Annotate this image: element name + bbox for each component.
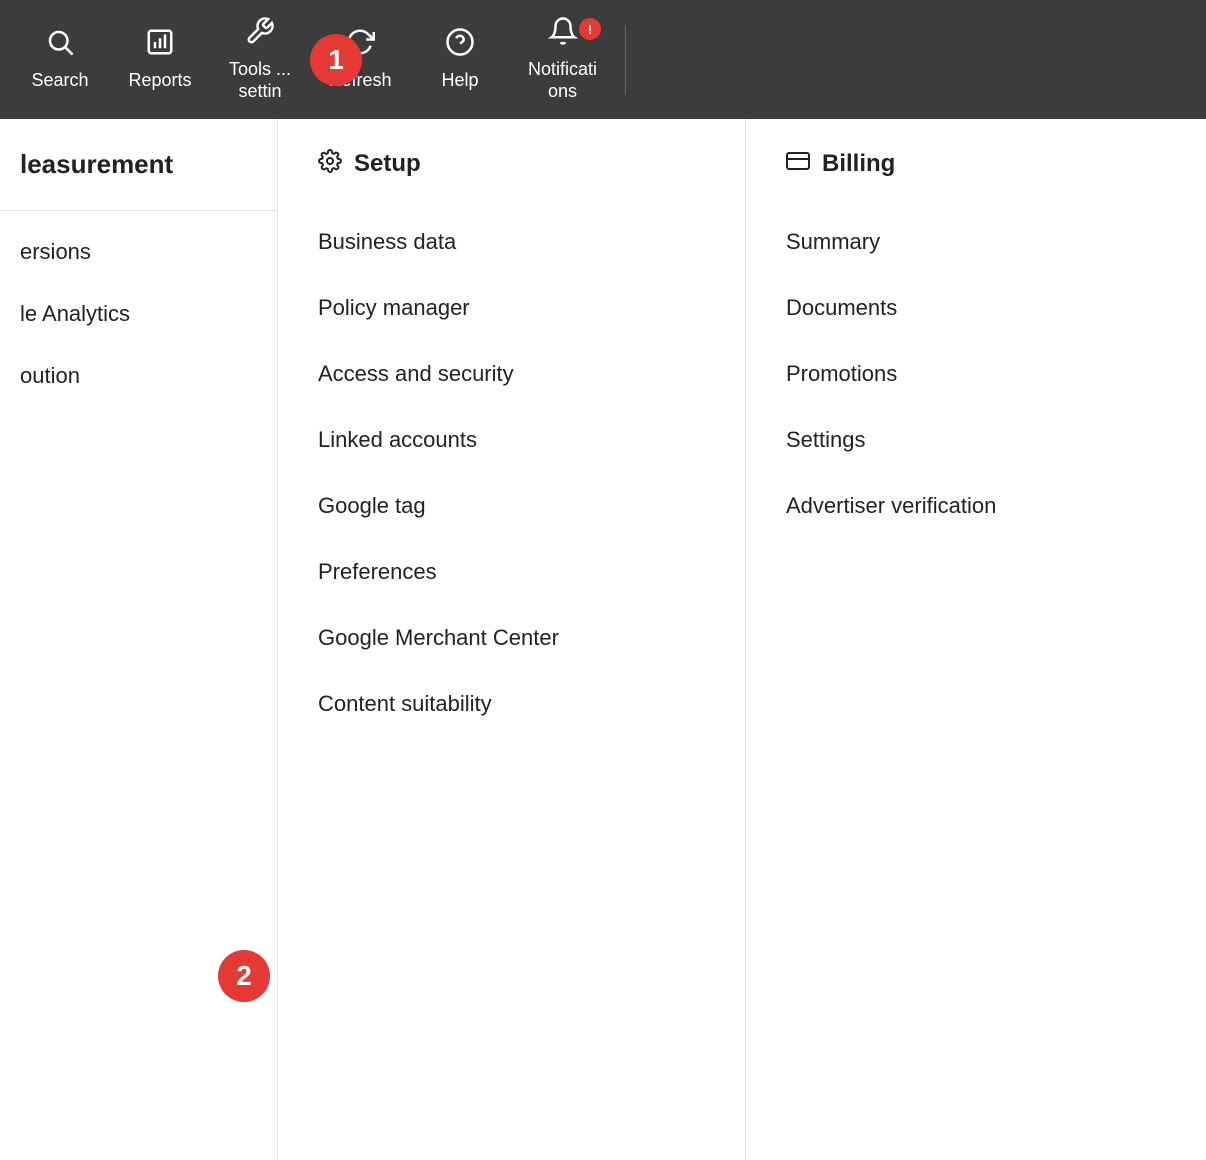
- billing-settings[interactable]: Settings: [786, 407, 1166, 473]
- top-nav: Search Reports Tools ...settin Refresh H…: [0, 0, 1206, 119]
- nav-tools[interactable]: Tools ...settin: [210, 16, 310, 102]
- billing-summary[interactable]: Summary: [786, 209, 1166, 275]
- billing-documents[interactable]: Documents: [786, 275, 1166, 341]
- notifications-icon: [548, 16, 578, 53]
- left-panel-conversions[interactable]: ersions: [0, 221, 277, 283]
- nav-help[interactable]: Help: [410, 27, 510, 92]
- setup-policy-manager[interactable]: Policy manager: [318, 275, 705, 341]
- reports-icon: [145, 27, 175, 64]
- setup-content-suitability[interactable]: Content suitability: [318, 671, 705, 737]
- help-icon: [445, 27, 475, 64]
- nav-divider: [625, 25, 626, 95]
- middle-panel: Setup Business data Policy manager Acces…: [278, 119, 746, 1160]
- tools-icon: [245, 16, 275, 53]
- step-badge-1: 1: [310, 34, 362, 86]
- setup-preferences[interactable]: Preferences: [318, 539, 705, 605]
- right-panel: Billing Summary Documents Promotions Set…: [746, 119, 1206, 1160]
- step-badge-2: 2: [218, 950, 270, 1002]
- nav-notifications-label: Notifications: [528, 59, 597, 102]
- left-panel-title: leasurement: [0, 149, 277, 211]
- search-icon: [45, 27, 75, 64]
- nav-tools-label: Tools ...settin: [229, 59, 291, 102]
- billing-icon: [786, 149, 810, 179]
- nav-search[interactable]: Search: [10, 27, 110, 92]
- setup-google-merchant-center[interactable]: Google Merchant Center: [318, 605, 705, 671]
- billing-advertiser-verification[interactable]: Advertiser verification: [786, 473, 1166, 539]
- setup-linked-accounts[interactable]: Linked accounts: [318, 407, 705, 473]
- nav-reports-label: Reports: [128, 70, 191, 92]
- left-panel: leasurement ersions le Analytics oution: [0, 119, 278, 1160]
- nav-search-label: Search: [31, 70, 88, 92]
- billing-section-title: Billing: [786, 149, 1166, 179]
- setup-google-tag[interactable]: Google tag: [318, 473, 705, 539]
- left-panel-analytics[interactable]: le Analytics: [0, 283, 277, 345]
- nav-reports[interactable]: Reports: [110, 27, 210, 92]
- nav-notifications[interactable]: ! Notifications: [510, 16, 615, 102]
- nav-help-label: Help: [441, 70, 478, 92]
- left-panel-attribution[interactable]: oution: [0, 345, 277, 407]
- billing-promotions[interactable]: Promotions: [786, 341, 1166, 407]
- setup-icon: [318, 149, 342, 179]
- dropdown-area: leasurement ersions le Analytics oution …: [0, 119, 1206, 1160]
- setup-section-title: Setup: [318, 149, 705, 179]
- setup-business-data[interactable]: Business data: [318, 209, 705, 275]
- notification-badge: !: [579, 18, 601, 40]
- setup-access-security[interactable]: Access and security: [318, 341, 705, 407]
